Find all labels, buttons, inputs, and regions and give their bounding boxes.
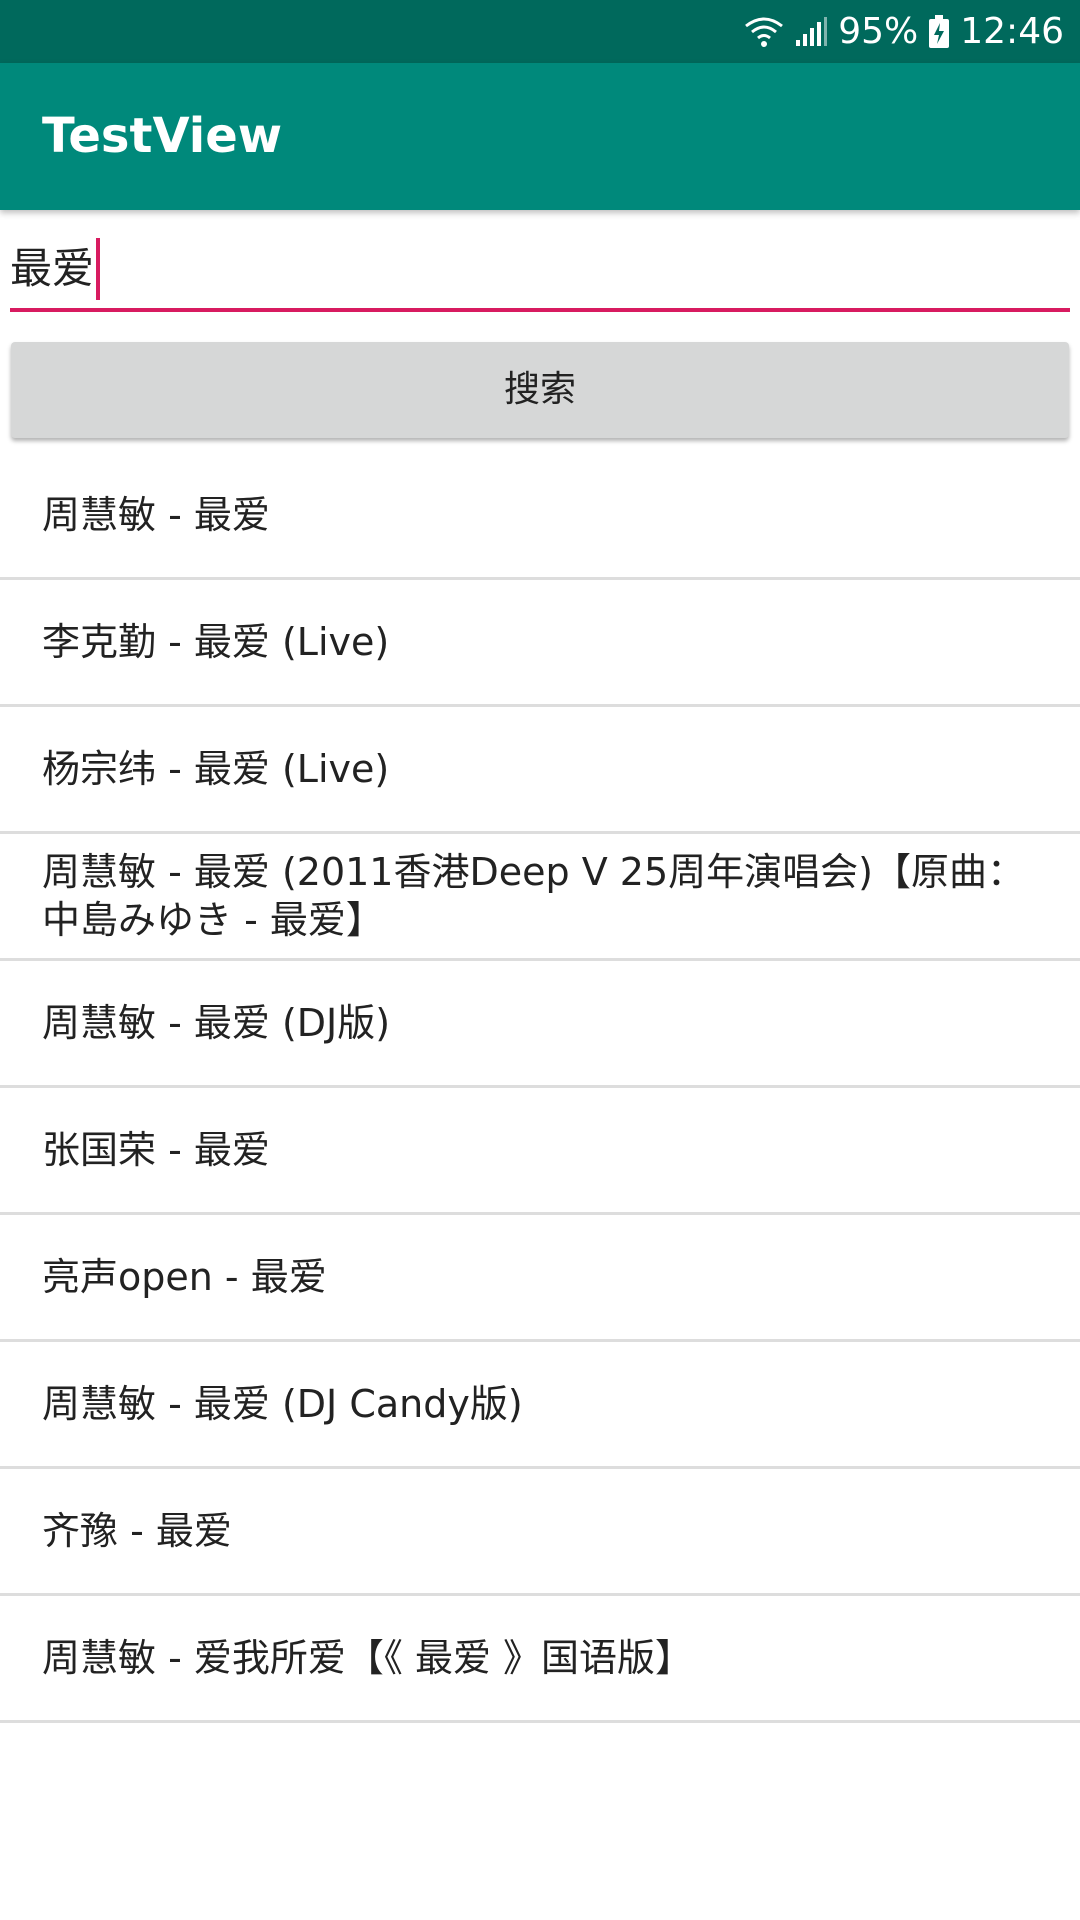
list-item[interactable]: 周慧敏 - 最爱 [0, 453, 1080, 580]
list-item[interactable]: 张国荣 - 最爱 [0, 1088, 1080, 1215]
list-item-title: 杨宗纬 - 最爱 (Live) [42, 747, 390, 791]
battery-percent: 95% [838, 11, 919, 52]
list-item-title: 张国荣 - 最爱 [42, 1128, 270, 1172]
list-item[interactable]: 李克勤 - 最爱 (Live) [0, 580, 1080, 707]
app-bar: TestView [0, 63, 1080, 210]
list-item[interactable]: 周慧敏 - 最爱 (DJ版) [0, 961, 1080, 1088]
list-item[interactable]: 亮声open - 最爱 [0, 1215, 1080, 1342]
signal-icon [794, 16, 828, 48]
list-item[interactable]: 齐豫 - 最爱 [0, 1469, 1080, 1596]
search-input-wrapper: 最爱 [10, 238, 101, 300]
app-title: TestView [42, 108, 283, 164]
wifi-icon [744, 16, 784, 48]
battery-charging-icon [928, 14, 950, 49]
text-cursor [96, 238, 101, 300]
list-item-title: 周慧敏 - 最爱 (DJ Candy版) [42, 1382, 523, 1426]
list-item-title: 亮声open - 最爱 [42, 1255, 327, 1299]
status-bar: 95% 12:46 [0, 0, 1080, 63]
list-item-title: 周慧敏 - 爱我所爱【《 最爱 》国语版】 [42, 1636, 694, 1680]
status-icons: 95% 12:46 [744, 0, 1064, 63]
result-list: 周慧敏 - 最爱 李克勤 - 最爱 (Live) 杨宗纬 - 最爱 (Live)… [0, 453, 1080, 1723]
list-item-title: 齐豫 - 最爱 [42, 1509, 232, 1553]
list-item-title: 周慧敏 - 最爱 [42, 493, 270, 537]
search-input-value: 最爱 [10, 244, 95, 293]
list-item[interactable]: 周慧敏 - 最爱 (DJ Candy版) [0, 1342, 1080, 1469]
list-item-title: 李克勤 - 最爱 (Live) [42, 620, 390, 664]
list-item[interactable]: 周慧敏 - 最爱 (2011香港Deep V 25周年演唱会)【原曲：中島みゆき… [0, 834, 1080, 961]
list-item-title: 周慧敏 - 最爱 (DJ版) [42, 1001, 391, 1045]
search-button[interactable]: 搜索 [11, 342, 1069, 438]
list-item[interactable]: 杨宗纬 - 最爱 (Live) [0, 707, 1080, 834]
list-item[interactable]: 周慧敏 - 爱我所爱【《 最爱 》国语版】 [0, 1596, 1080, 1723]
search-input[interactable]: 最爱 [10, 228, 1070, 312]
status-time: 12:46 [960, 11, 1064, 52]
list-item-title: 周慧敏 - 最爱 (2011香港Deep V 25周年演唱会)【原曲：中島みゆき… [42, 850, 1025, 942]
